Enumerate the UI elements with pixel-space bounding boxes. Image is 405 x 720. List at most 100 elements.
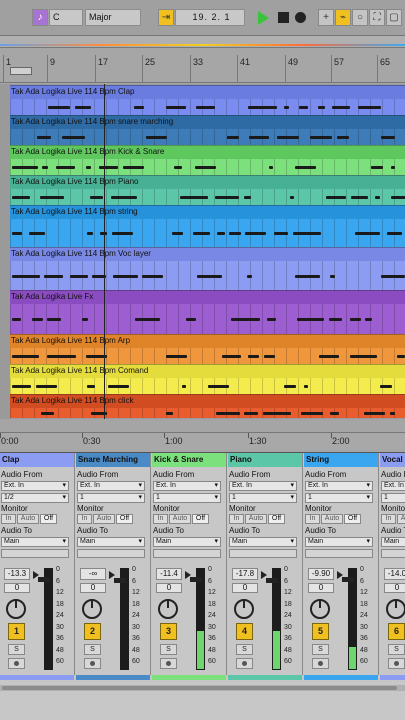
volume-readout[interactable]: -9.90 bbox=[308, 568, 334, 580]
key-select[interactable]: C bbox=[49, 9, 83, 26]
monitor-off-button[interactable]: Off bbox=[344, 514, 361, 524]
arrangement-clip[interactable]: Tak Ada Logika Live 114 Bpm Kick & Snare bbox=[10, 145, 405, 175]
volume-fader[interactable] bbox=[342, 577, 354, 582]
time-ruler[interactable]: 0:00 0:30 1:00 1:30 2:00 bbox=[0, 432, 405, 450]
input-channel-select[interactable]: 1 bbox=[229, 493, 297, 503]
monitor-auto-button[interactable]: Auto bbox=[169, 514, 191, 524]
volume-readout[interactable]: -14.0 bbox=[384, 568, 405, 580]
pan-knob[interactable] bbox=[158, 599, 178, 619]
arrangement-clip[interactable]: Tak Ada Logika Live 114 Bpm Comand bbox=[10, 364, 405, 394]
solo-button[interactable]: S bbox=[84, 644, 101, 655]
scrollbar-thumb[interactable] bbox=[2, 686, 397, 690]
channel-name[interactable]: Vocal L bbox=[380, 453, 405, 467]
arrangement-view[interactable]: Tak Ada Logika Live 114 Bpm Clap Tak Ada … bbox=[0, 84, 405, 419]
monitor-in-button[interactable]: In bbox=[381, 514, 396, 524]
track-activator-button[interactable]: 1 bbox=[8, 623, 25, 640]
track-activator-button[interactable]: 3 bbox=[160, 623, 177, 640]
volume-fader[interactable] bbox=[38, 577, 50, 582]
arm-record-button[interactable] bbox=[388, 658, 405, 669]
input-type-select[interactable]: Ext. In bbox=[1, 481, 69, 491]
solo-button[interactable]: S bbox=[160, 644, 177, 655]
monitor-auto-button[interactable]: Auto bbox=[17, 514, 39, 524]
track-activator-button[interactable]: 5 bbox=[312, 623, 329, 640]
pan-readout[interactable]: 0 bbox=[232, 583, 258, 593]
arrangement-clip[interactable]: Tak Ada Logika Live 114 Bpm Clap bbox=[10, 85, 405, 115]
output-select[interactable]: Main bbox=[1, 537, 69, 547]
arm-record-button[interactable] bbox=[160, 658, 177, 669]
monitor-in-button[interactable]: In bbox=[305, 514, 320, 524]
monitor-in-button[interactable]: In bbox=[77, 514, 92, 524]
monitor-in-button[interactable]: In bbox=[1, 514, 16, 524]
pan-readout[interactable]: 0 bbox=[308, 583, 334, 593]
volume-readout[interactable]: -∞ bbox=[80, 568, 106, 580]
pan-knob[interactable] bbox=[82, 599, 102, 619]
input-channel-select[interactable]: 1 bbox=[77, 493, 145, 503]
scale-mode-icon[interactable]: ♪ bbox=[32, 9, 48, 26]
solo-button[interactable]: S bbox=[236, 644, 253, 655]
solo-button[interactable]: S bbox=[312, 644, 329, 655]
arrangement-clip[interactable]: Tak Ada Logika Live 114 Bpm snare marchi… bbox=[10, 115, 405, 145]
arrangement-clip[interactable]: Tak Ada Logika Live Fx bbox=[10, 290, 405, 334]
loop-brace[interactable] bbox=[10, 67, 32, 75]
input-type-select[interactable]: Ext. In bbox=[229, 481, 297, 491]
output-select[interactable]: Main bbox=[153, 537, 221, 547]
input-type-select[interactable]: Ext. In bbox=[381, 481, 405, 491]
pan-knob[interactable] bbox=[6, 599, 26, 619]
monitor-in-button[interactable]: In bbox=[229, 514, 244, 524]
volume-fader[interactable] bbox=[190, 577, 202, 582]
output-select[interactable]: Main bbox=[381, 537, 405, 547]
monitor-off-button[interactable]: Off bbox=[268, 514, 285, 524]
pan-readout[interactable]: 0 bbox=[384, 583, 405, 593]
channel-name[interactable]: Clap bbox=[0, 453, 74, 467]
volume-readout[interactable]: -13.3 bbox=[4, 568, 30, 580]
arm-record-button[interactable] bbox=[236, 658, 253, 669]
stop-icon[interactable] bbox=[278, 12, 289, 23]
overdub-icon[interactable]: ▢ bbox=[386, 9, 402, 26]
loop-icon[interactable]: ○ bbox=[352, 9, 368, 26]
arm-record-button[interactable] bbox=[84, 658, 101, 669]
scale-select[interactable]: Major bbox=[85, 9, 141, 26]
track-activator-button[interactable]: 6 bbox=[388, 623, 405, 640]
monitor-in-button[interactable]: In bbox=[153, 514, 168, 524]
arrangement-clip[interactable]: Tak Ada Logika Live 114 Bpm string bbox=[10, 205, 405, 247]
input-type-select[interactable]: Ext. In bbox=[305, 481, 373, 491]
pan-readout[interactable]: 0 bbox=[4, 583, 30, 593]
beat-ruler[interactable]: 1 9 17 25 33 41 49 57 65 bbox=[0, 49, 405, 83]
pan-readout[interactable]: 0 bbox=[156, 583, 182, 593]
input-type-select[interactable]: Ext. In bbox=[77, 481, 145, 491]
channel-name[interactable]: Piano bbox=[228, 453, 302, 467]
volume-fader[interactable] bbox=[266, 578, 278, 583]
monitor-off-button[interactable]: Off bbox=[40, 514, 57, 524]
automation-icon[interactable]: ⌁ bbox=[335, 9, 351, 26]
play-icon[interactable] bbox=[258, 11, 269, 25]
input-channel-select[interactable]: 1 bbox=[305, 493, 373, 503]
output-select[interactable]: Main bbox=[77, 537, 145, 547]
follow-icon[interactable]: ⇥ bbox=[158, 9, 174, 26]
input-channel-select[interactable]: 1 bbox=[153, 493, 221, 503]
channel-name[interactable]: Kick & Snare bbox=[152, 453, 226, 467]
track-activator-button[interactable]: 4 bbox=[236, 623, 253, 640]
input-type-select[interactable]: Ext. In bbox=[153, 481, 221, 491]
solo-button[interactable]: S bbox=[8, 644, 25, 655]
playhead[interactable] bbox=[104, 84, 105, 419]
track-activator-button[interactable]: 2 bbox=[84, 623, 101, 640]
arm-record-button[interactable] bbox=[312, 658, 329, 669]
pan-knob[interactable] bbox=[234, 599, 254, 619]
pan-knob[interactable] bbox=[386, 599, 405, 619]
punch-icon[interactable]: ⛶ bbox=[369, 9, 385, 26]
arrangement-clip[interactable]: Tak Ada Logika Live 114 Bpm Piano bbox=[10, 175, 405, 205]
record-icon[interactable] bbox=[295, 12, 306, 23]
monitor-auto-button[interactable]: Auto bbox=[397, 514, 405, 524]
monitor-auto-button[interactable]: Auto bbox=[245, 514, 267, 524]
arrangement-clip[interactable]: Tak Ada Logika Live 114 Bpm Voc layer bbox=[10, 247, 405, 290]
arrangement-clip[interactable]: Tak Ada Logika Live 114 Bpm Arp bbox=[10, 334, 405, 364]
pan-knob[interactable] bbox=[310, 599, 330, 619]
song-position[interactable]: 19. 2. 1 bbox=[175, 9, 245, 26]
monitor-off-button[interactable]: Off bbox=[192, 514, 209, 524]
arm-record-button[interactable] bbox=[8, 658, 25, 669]
monitor-auto-button[interactable]: Auto bbox=[93, 514, 115, 524]
input-channel-select[interactable]: 1 bbox=[381, 493, 405, 503]
volume-readout[interactable]: -11.4 bbox=[156, 568, 182, 580]
output-select[interactable]: Main bbox=[229, 537, 297, 547]
output-select[interactable]: Main bbox=[305, 537, 373, 547]
